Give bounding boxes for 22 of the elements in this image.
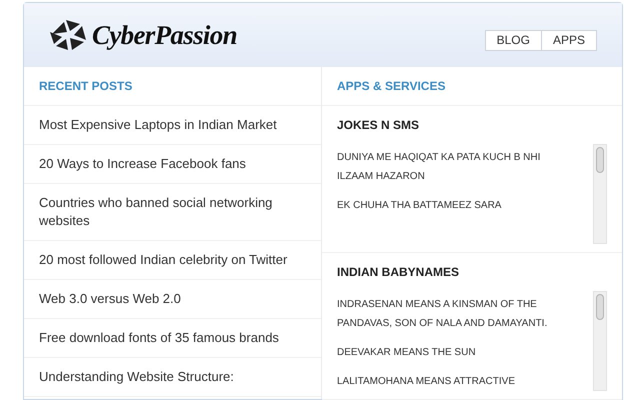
scrollbar[interactable] (593, 291, 607, 391)
post-link[interactable]: Free download fonts of 35 famous brands (24, 319, 321, 358)
list-entry: DEEVAKAR MEANS THE SUN (337, 346, 477, 360)
section-heading: RECENT POSTS (24, 67, 321, 106)
section-heading: APPS & SERVICES (322, 67, 622, 106)
subsection-heading: INDIAN BABYNAMES (337, 264, 460, 281)
post-link[interactable]: Countries who banned social networking websites (24, 184, 321, 241)
logo-text: CyberPassion (92, 18, 237, 52)
list-entry: INDRASENAN MEANS A KINSMAN OF THE PANDAVAS, SON OF NALA AND DAMAYANTI. (337, 298, 548, 331)
nav-link[interactable]: BLOG (484, 30, 542, 50)
list-entry: DUNIYA ME HAQIQAT KA PATA KUCH B NHI ILZAAM HAZARON (337, 151, 542, 184)
post-link[interactable]: Understanding Website Structure: (24, 358, 321, 397)
post-link[interactable]: Web 3.0 versus Web 2.0 (24, 280, 321, 319)
logo-icon (50, 18, 88, 52)
nav-link[interactable]: APPS (540, 30, 597, 50)
post-link[interactable]: 20 Ways to Increase Facebook fans (24, 145, 321, 184)
list-entry: EK CHUHA THA BATTAMEEZ SARA (337, 199, 502, 213)
list-entry: LALITAMOHANA MEANS ATTRACTIVE (337, 375, 516, 389)
subsection-heading: JOKES N SMS (337, 117, 420, 134)
post-link[interactable]: Most Expensive Laptops in Indian Market (24, 106, 321, 145)
post-link[interactable]: 20 most followed Indian celebrity on Twitter (24, 241, 321, 280)
scrollbar[interactable] (593, 144, 607, 244)
